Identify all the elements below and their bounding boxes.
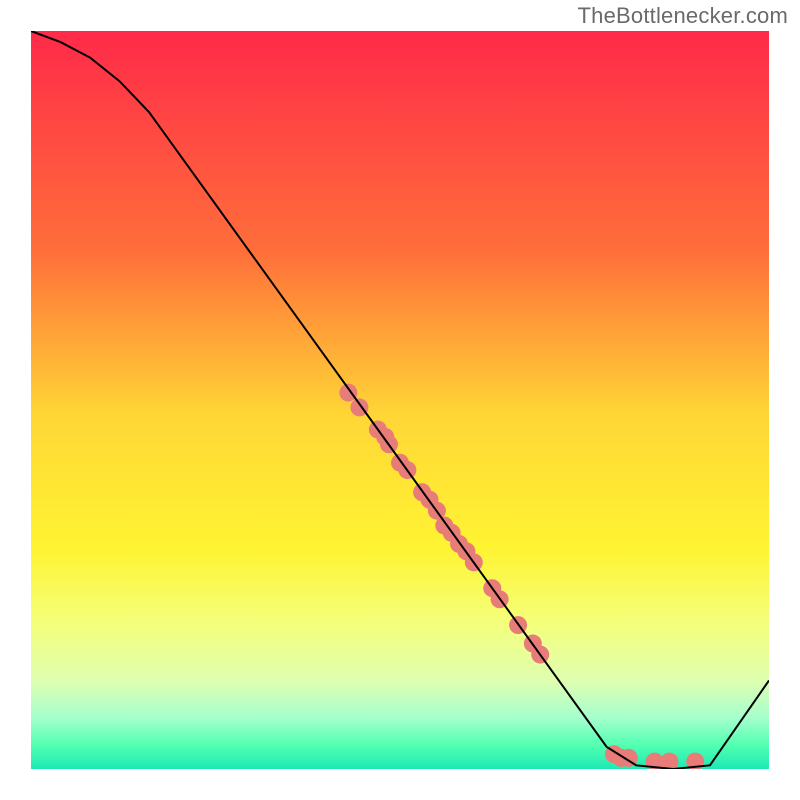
chart-plot-area — [31, 31, 769, 769]
attribution-text: TheBottlenecker.com — [578, 3, 788, 29]
chart-background — [31, 31, 769, 769]
chart-svg — [31, 31, 769, 769]
